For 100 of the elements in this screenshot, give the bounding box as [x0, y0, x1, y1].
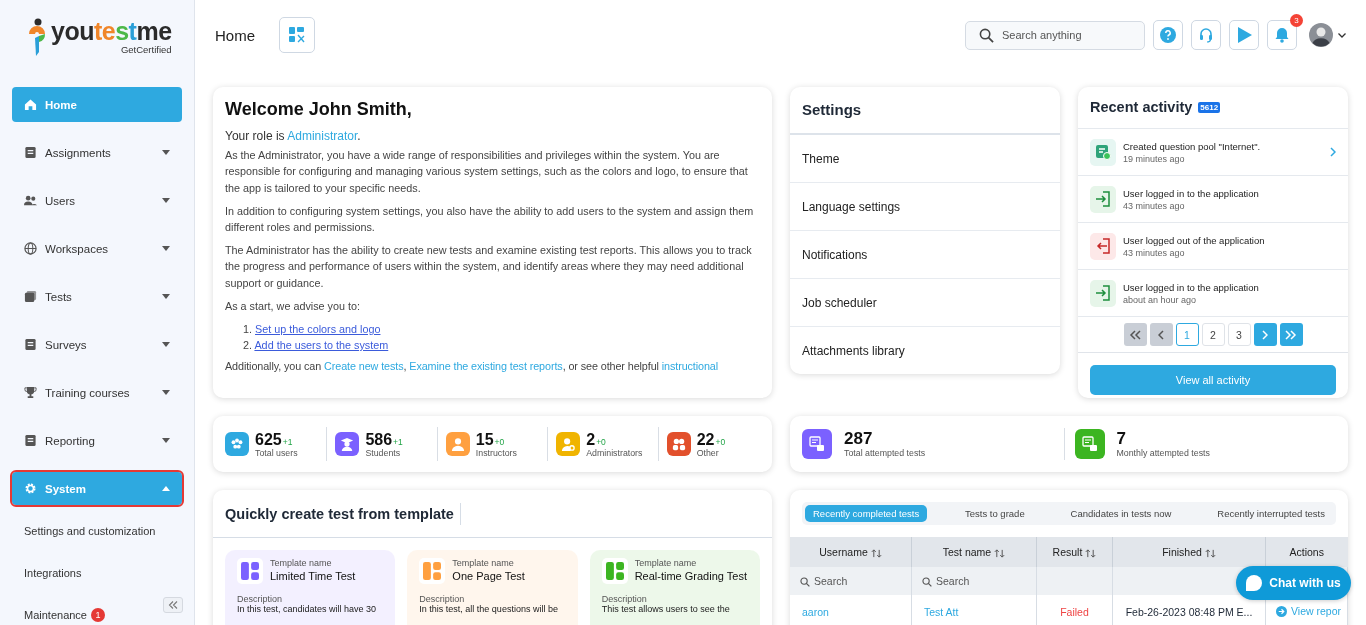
activity-row[interactable]: User logged in to the application 43 minutes ago	[1078, 176, 1348, 223]
activity-row[interactable]: Created question pool "Internet". 19 minutes ago	[1078, 129, 1348, 176]
stat-label: Administrators	[586, 447, 643, 458]
stat-change: +1	[282, 436, 293, 447]
activity-row[interactable]: User logged in to the application about an hour ago	[1078, 270, 1348, 317]
settings-link[interactable]: Theme	[790, 135, 1060, 183]
description-label: Description	[601, 594, 648, 604]
activity-text: Created question pool "Internet".	[1123, 140, 1262, 152]
stat-value: 625	[255, 430, 282, 448]
result-text: Failed	[1060, 606, 1089, 618]
column-header[interactable]: Actions	[1265, 537, 1348, 567]
paragraph: As the Administrator, you have a wide range of responsibilities and privileges within the system. You are responsible for configuring and managing various system settings, such as the colors and logo, to ensure that the app is tailored to your specific needs.	[225, 148, 749, 196]
trophy-icon	[24, 386, 37, 399]
column-header[interactable]: Finished	[1112, 537, 1266, 567]
column-search-field[interactable]: Search	[911, 567, 1037, 595]
stat-label: Students	[365, 447, 402, 458]
arrow-circle-icon	[1276, 605, 1287, 617]
role-text: Your role is Administrator.	[225, 128, 362, 145]
activity-time: 43 minutes ago	[1123, 200, 1186, 211]
card-title: Recent activity	[1090, 99, 1193, 115]
template-card[interactable]: Template name Limited Time Test Description In this test, candidates will have 30	[225, 550, 396, 625]
settings-link[interactable]: Attachments library	[790, 327, 1060, 374]
caret-icon	[162, 390, 170, 395]
caret-icon	[162, 198, 170, 203]
sort-icon	[870, 548, 882, 558]
caret-icon	[162, 486, 170, 491]
template-name: Real-time Grading Test	[634, 570, 747, 582]
settings-link[interactable]: Job scheduler	[790, 279, 1060, 327]
support-button[interactable]	[1191, 20, 1221, 50]
layout-icon	[237, 558, 263, 584]
sidebar-item[interactable]: Training courses	[12, 375, 182, 410]
activity-time: 19 minutes ago	[1123, 153, 1186, 164]
caret-icon	[162, 246, 170, 251]
tab[interactable]: Candidates in tests now	[1062, 505, 1180, 522]
sidebar-item[interactable]: Users	[12, 183, 182, 218]
step-link[interactable]: Set up the colors and logo	[255, 323, 381, 336]
play-icon	[1236, 27, 1252, 43]
settings-link[interactable]: Notifications	[790, 231, 1060, 279]
tab[interactable]: Tests to grade	[957, 505, 1033, 522]
column-header[interactable]: Username	[790, 537, 912, 567]
search-field[interactable]: Search anything	[965, 20, 1145, 50]
double-chevron-icon	[1285, 329, 1297, 340]
customize-button[interactable]	[279, 17, 315, 53]
tab[interactable]: Recently interrupted tests	[1209, 505, 1333, 522]
next-page-button[interactable]	[1253, 323, 1277, 346]
template-card[interactable]: Template name One Page Test Description In this test, all the questions will be	[407, 550, 578, 625]
activity-row[interactable]: User logged out of the application 43 minutes ago	[1078, 223, 1348, 270]
user-menu-button[interactable]	[1309, 23, 1346, 47]
stat-label: Instructors	[475, 447, 517, 458]
sidebar-item[interactable]: Assignments	[12, 135, 182, 170]
stat-label: Other	[696, 447, 720, 458]
notifications-button[interactable]	[1267, 20, 1297, 50]
table-cell: Feb-26-2023 08:48 PM E...	[1125, 606, 1253, 618]
activity-text: User logged in to the application	[1123, 281, 1260, 293]
sidebar-subitem[interactable]: Settings and customization	[0, 510, 194, 552]
caret-icon	[162, 150, 170, 155]
bell-icon	[1274, 27, 1290, 43]
stat-change: +0	[596, 436, 606, 447]
people-icon	[24, 194, 37, 207]
sidebar-item[interactable]: Reporting	[12, 423, 182, 458]
column-header[interactable]: Test name	[911, 537, 1037, 567]
stat-value: 287	[844, 430, 874, 448]
sort-icon	[994, 548, 1006, 558]
caret-icon	[162, 342, 170, 347]
sidebar-subitem[interactable]: Maintenance 1	[0, 594, 194, 625]
search-input[interactable]: Search	[920, 572, 1028, 590]
settings-link[interactable]: Language settings	[790, 183, 1060, 231]
chat-bubble-icon	[1246, 575, 1263, 591]
document-icon	[24, 338, 37, 351]
column-search-field[interactable]: Search	[790, 567, 912, 595]
activity-time: about an hour ago	[1123, 294, 1198, 305]
template-caption: Template name	[270, 558, 333, 568]
play-button[interactable]	[1229, 20, 1259, 50]
template-description: In this test, candidates will have 30	[237, 604, 378, 614]
sidebar-subitem[interactable]: Integrations	[0, 552, 194, 594]
sidebar-item[interactable]: Surveys	[12, 327, 182, 362]
help-button[interactable]	[1153, 20, 1183, 50]
column-header[interactable]: Result	[1036, 537, 1113, 567]
sidebar-item[interactable]: Workspaces	[12, 231, 182, 266]
page-button[interactable]: 2	[1201, 323, 1225, 346]
search-icon	[922, 577, 932, 587]
sign-in-icon	[1090, 185, 1116, 213]
stat-value: 15	[475, 430, 494, 448]
stat-change: +0	[494, 436, 505, 447]
home-icon	[24, 98, 37, 111]
search-input[interactable]: Search	[798, 572, 903, 590]
last-page-button[interactable]	[1279, 323, 1303, 346]
step-link[interactable]: Add the users to the system	[254, 339, 389, 352]
collapse-button[interactable]	[163, 597, 183, 613]
paragraph: As a start, we advise you to:	[225, 298, 362, 314]
page-button[interactable]: 3	[1227, 323, 1251, 346]
stat-value: 22	[696, 430, 715, 448]
notification-badge: 3	[1290, 14, 1303, 27]
template-card[interactable]: Template name Real-time Grading Test Description This test allows users to see the	[589, 550, 760, 625]
template-caption: Template name	[452, 558, 515, 568]
template-name: Limited Time Test	[270, 570, 356, 582]
layout-icon	[601, 558, 628, 584]
sidebar-item[interactable]: Tests	[12, 279, 182, 314]
sort-icon	[1085, 548, 1097, 558]
layout-icon	[289, 27, 305, 43]
